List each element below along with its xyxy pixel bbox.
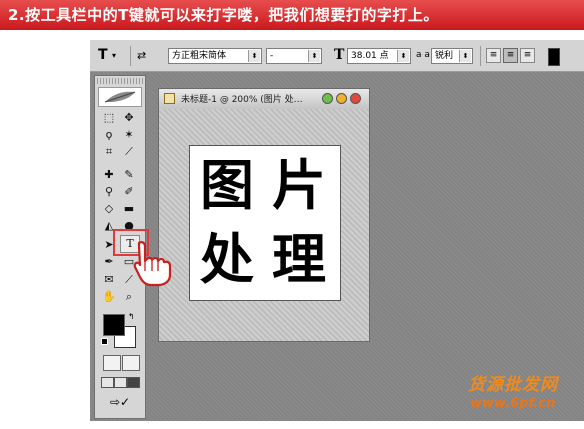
notes-tool-icon[interactable]: ✉ (100, 272, 118, 288)
align-left-icon[interactable]: ≡ (486, 48, 501, 63)
screen-mode-standard-icon[interactable] (101, 377, 114, 388)
hand-tool-icon[interactable]: ✋ (100, 289, 118, 305)
clone-stamp-icon[interactable]: ⚲ (100, 184, 118, 200)
font-style-select[interactable]: - ⬍ (266, 48, 322, 64)
lasso-tool-icon[interactable]: ϙ (100, 127, 118, 143)
watermark-logo-text: 货源批发网 (468, 375, 558, 395)
canvas[interactable]: 图 片 处 理 (189, 145, 341, 301)
watermark-url: www.6pf.cn (470, 396, 556, 411)
zoom-tool-icon[interactable]: ⌕ (120, 289, 138, 305)
screen-mode-full-menu-icon[interactable] (114, 377, 127, 388)
chevron-down-icon: ⬍ (248, 50, 260, 62)
font-family-select[interactable]: 方正粗宋简体 ⬍ (168, 48, 262, 64)
close-button[interactable] (350, 93, 361, 104)
toolbox-grip[interactable] (97, 78, 143, 84)
slice-tool-icon[interactable]: ⟋ (120, 144, 138, 160)
minimize-button[interactable] (322, 93, 333, 104)
options-bar: T ▾ ⇄ 方正粗宋简体 ⬍ - ⬍ T 38.01 点 ⬍ a a 锐利 ⬍ … (90, 40, 584, 72)
font-size-select[interactable]: 38.01 点 ⬍ (347, 48, 411, 64)
screen-mode-full-icon[interactable] (127, 377, 140, 388)
swap-colors-icon[interactable]: ↰ (128, 312, 135, 321)
canvas-text-char: 图 (200, 153, 254, 217)
chevron-down-icon: ⬍ (308, 50, 320, 62)
font-family-value: 方正粗宋简体 (172, 51, 227, 61)
document-icon (164, 93, 175, 104)
document-window: 未标题-1 @ 200% (图片 处… 图 片 处 理 (158, 88, 370, 342)
font-style-value: - (270, 51, 274, 61)
tool-preset-dropdown-icon[interactable]: ▾ (112, 51, 116, 60)
marquee-tool-icon[interactable]: ⬚ (100, 110, 118, 126)
magic-wand-icon[interactable]: ✶ (120, 127, 138, 143)
align-center-icon[interactable]: ≡ (503, 48, 518, 63)
align-right-icon[interactable]: ≡ (520, 48, 535, 63)
instruction-banner: 2.按工具栏中的T键就可以来打字喽，把我们想要打的字打上。 (0, 0, 584, 30)
chevron-down-icon: ⬍ (397, 50, 409, 62)
hand-cursor-icon (133, 241, 175, 291)
default-colors-icon[interactable] (101, 338, 108, 345)
document-title-bar[interactable]: 未标题-1 @ 200% (图片 处… (159, 89, 369, 110)
gradient-tool-icon[interactable]: ▬ (120, 201, 138, 217)
type-tool-icon[interactable]: T (98, 47, 108, 63)
standard-mode-icon[interactable] (103, 355, 121, 371)
font-size-icon: T (334, 47, 345, 63)
text-color-swatch[interactable] (548, 48, 560, 66)
canvas-text-char: 片 (272, 153, 326, 217)
maximize-button[interactable] (336, 93, 347, 104)
font-size-value: 38.01 点 (351, 51, 389, 61)
crop-tool-icon[interactable]: ⌗ (100, 144, 118, 160)
history-brush-icon[interactable]: ✐ (120, 184, 138, 200)
text-orientation-icon[interactable]: ⇄ (137, 48, 151, 64)
anti-alias-select[interactable]: 锐利 ⬍ (431, 48, 473, 64)
quick-mask-icon[interactable] (122, 355, 140, 371)
document-title: 未标题-1 @ 200% (图片 处… (181, 95, 303, 105)
feather-logo[interactable] (98, 87, 142, 107)
divider (130, 46, 131, 66)
eraser-tool-icon[interactable]: ◇ (100, 201, 118, 217)
divider (480, 46, 481, 66)
move-tool-icon[interactable]: ✥ (120, 110, 138, 126)
anti-alias-value: 锐利 (435, 51, 454, 61)
anti-alias-icon: a a (416, 50, 430, 60)
chevron-down-icon: ⬍ (459, 50, 471, 62)
canvas-text-char: 处 (200, 227, 254, 291)
canvas-text-char: 理 (272, 227, 326, 291)
pen-tool-icon[interactable]: ✒ (100, 254, 118, 270)
foreground-color-swatch[interactable] (103, 314, 125, 336)
jump-to-imageready-icon[interactable]: ⇨✓ (105, 394, 135, 410)
healing-brush-icon[interactable]: ✚ (100, 167, 118, 183)
brush-tool-icon[interactable]: ✎ (120, 167, 138, 183)
